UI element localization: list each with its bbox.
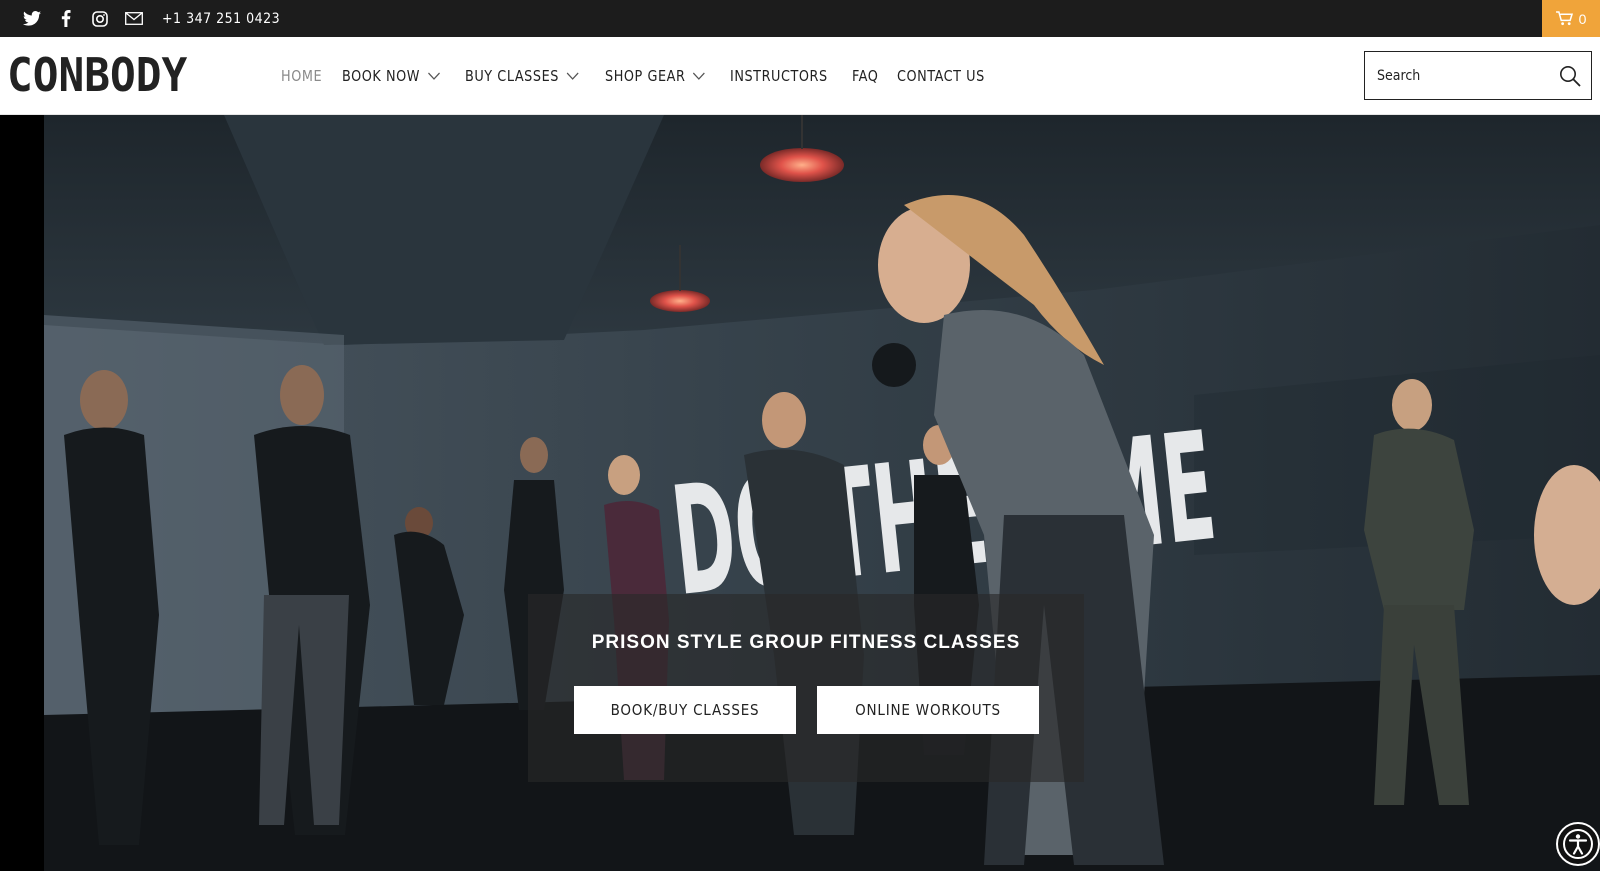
hero-banner: DO THE TIME [0,115,1600,871]
nav-faq[interactable]: FAQ [852,67,878,85]
accessibility-icon [1563,829,1593,859]
hero-left-edge [0,115,44,871]
search-box [1364,51,1592,100]
online-workouts-button[interactable]: ONLINE WORKOUTS [817,686,1039,734]
book-buy-classes-button[interactable]: BOOK/BUY CLASSES [574,686,796,734]
cart-button[interactable]: 0 [1542,0,1600,37]
chevron-down-icon [692,72,705,80]
nav-home[interactable]: HOME [281,67,322,85]
facebook-icon[interactable] [56,9,76,29]
twitter-icon[interactable] [22,9,42,29]
nav-book-now[interactable]: BOOK NOW [342,67,440,85]
cart-count: 0 [1578,10,1587,27]
main-header: CONBODY HOME BOOK NOW BUY CLASSES SHOP G… [0,37,1600,115]
phone-number[interactable]: +1 347 251 0423 [162,11,280,27]
site-logo[interactable]: CONBODY [7,50,187,100]
cart-icon [1555,11,1573,26]
hero-tagline: PRISON STYLE GROUP FITNESS CLASSES [591,632,1021,653]
search-input[interactable] [1377,67,1559,84]
nav-buy-classes[interactable]: BUY CLASSES [465,67,579,85]
accessibility-button[interactable] [1556,822,1600,866]
social-links: +1 347 251 0423 [22,0,280,37]
instagram-icon[interactable] [90,9,110,29]
nav-instructors[interactable]: INSTRUCTORS [730,67,828,85]
hero-cta-panel: PRISON STYLE GROUP FITNESS CLASSES BOOK/… [528,594,1084,782]
main-nav: HOME BOOK NOW BUY CLASSES SHOP GEAR INST… [281,37,992,115]
mail-icon[interactable] [124,9,144,29]
nav-contact-us[interactable]: CONTACT US [897,67,985,85]
search-icon[interactable] [1559,65,1581,87]
chevron-down-icon [566,72,579,80]
nav-shop-gear[interactable]: SHOP GEAR [605,67,706,85]
top-utility-bar: +1 347 251 0423 0 [0,0,1600,37]
chevron-down-icon [427,72,440,80]
